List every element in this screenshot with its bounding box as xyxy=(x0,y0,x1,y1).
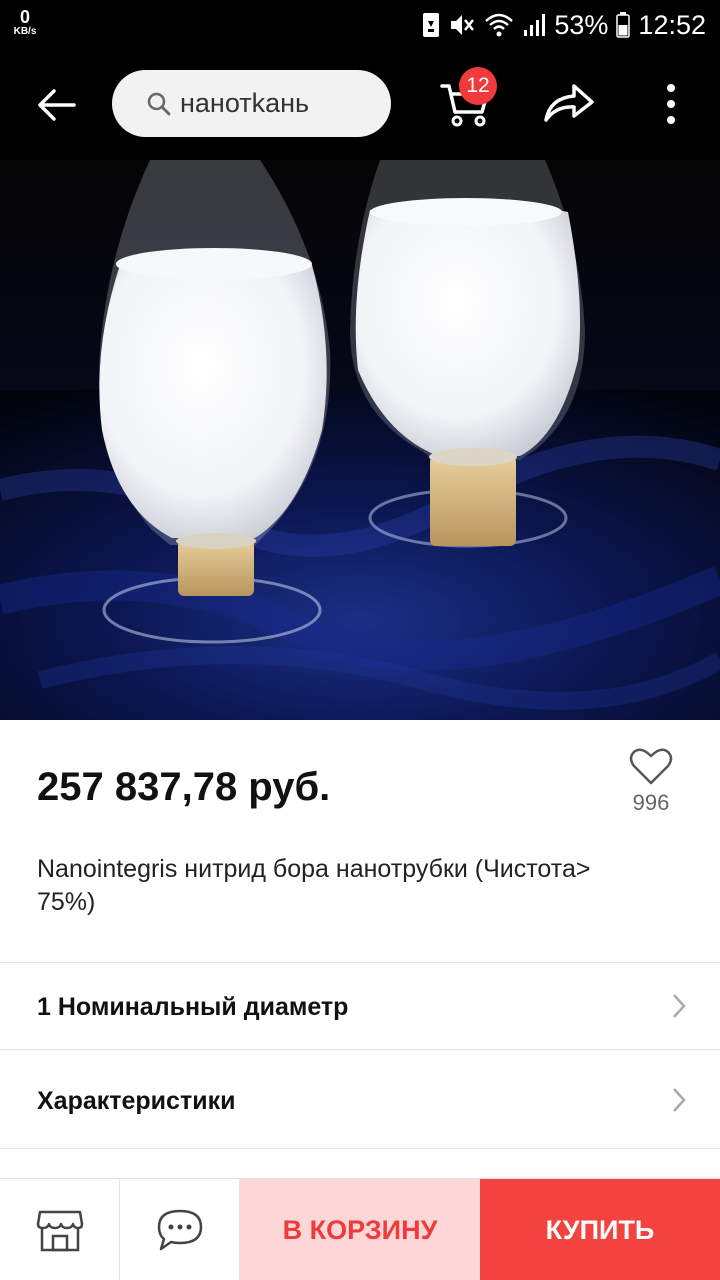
divider xyxy=(0,1148,720,1149)
option-row-diameter[interactable]: 1 Номинальный диаметр xyxy=(0,963,720,1049)
store-button[interactable] xyxy=(0,1179,120,1280)
bottom-action-bar: В КОРЗИНУ КУПИТЬ xyxy=(0,1178,720,1280)
search-input[interactable]: нанотkань xyxy=(112,70,391,137)
favorites-count: 996 xyxy=(632,790,670,815)
product-price: 257 837,78 руб. xyxy=(37,765,331,809)
chat-icon xyxy=(157,1209,202,1251)
battery-icon xyxy=(616,12,631,38)
back-button[interactable] xyxy=(32,83,80,127)
specifications-row[interactable]: Характеристики xyxy=(0,1057,720,1143)
more-options-button[interactable] xyxy=(656,80,686,128)
heart-icon xyxy=(629,748,673,785)
status-icons: 53% 12:52 xyxy=(422,8,706,42)
wifi-icon xyxy=(484,12,514,38)
network-speed-value: 0 xyxy=(19,7,30,27)
share-button[interactable] xyxy=(540,80,596,128)
back-arrow-icon xyxy=(38,89,76,121)
battery-percent: 53% xyxy=(554,9,609,40)
store-icon xyxy=(36,1210,83,1252)
specifications-label: Характеристики xyxy=(37,1087,236,1115)
app-toolbar: нанотkань 12 xyxy=(0,50,720,160)
sim-battery-icon xyxy=(422,12,440,38)
network-speed: 0 KB/s xyxy=(10,8,40,37)
search-query: нанотkань xyxy=(180,88,310,118)
chat-button[interactable] xyxy=(120,1179,240,1280)
add-to-cart-button[interactable]: В КОРЗИНУ xyxy=(240,1179,480,1280)
network-speed-unit: KB/s xyxy=(13,26,37,37)
share-icon xyxy=(544,84,594,122)
search-icon xyxy=(147,92,171,115)
more-vertical-icon xyxy=(667,84,675,124)
mute-icon xyxy=(448,12,476,38)
option-label: 1 Номинальный диаметр xyxy=(37,993,349,1021)
favorite-button[interactable]: 996 xyxy=(624,746,678,834)
cart-count-badge: 12 xyxy=(459,67,497,105)
clock: 12:52 xyxy=(638,9,706,40)
chevron-right-icon xyxy=(673,994,686,1018)
product-title: Nanointegris нитрид бора нанотрубки (Чис… xyxy=(37,855,591,916)
status-bar: 0 KB/s 53% 12:52 xyxy=(0,0,720,50)
product-image[interactable] xyxy=(0,160,720,720)
divider xyxy=(0,1049,720,1050)
signal-icon xyxy=(522,12,546,38)
buy-now-button[interactable]: КУПИТЬ xyxy=(480,1179,720,1280)
chevron-right-icon xyxy=(673,1088,686,1112)
